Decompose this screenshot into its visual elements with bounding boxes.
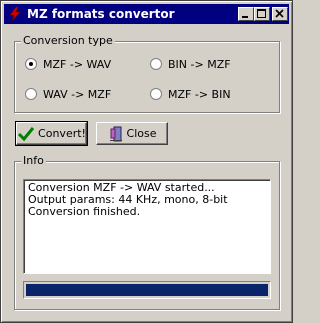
radio-mzf-to-wav[interactable]: MZF -> WAV	[25, 57, 111, 71]
radio-label: WAV -> MZF	[43, 87, 112, 101]
maximize-button[interactable]	[254, 7, 270, 21]
close-icon	[275, 9, 284, 18]
radio-label: MZF -> WAV	[43, 57, 112, 71]
info-log[interactable]: Conversion MZF -> WAV started... Output …	[23, 179, 271, 274]
info-group: Info Conversion MZF -> WAV started... Ou…	[14, 154, 280, 310]
green-checkmark-icon	[17, 126, 35, 141]
radio-unchecked-icon	[150, 58, 162, 70]
radio-label: MZF -> BIN	[168, 87, 231, 101]
radio-bin-to-mzf[interactable]: BIN -> MZF	[150, 57, 231, 71]
progress-bar	[23, 281, 271, 299]
info-legend: Info	[21, 154, 46, 168]
convert-button-label: Convert!	[38, 127, 86, 140]
red-lightning-icon	[7, 6, 23, 22]
convert-button[interactable]: Convert!	[15, 121, 88, 146]
radio-checked-icon	[25, 58, 37, 70]
close-button-label: Close	[126, 127, 157, 140]
conversion-type-group: Conversion type MZF -> WAV BIN -> MZF WA…	[14, 34, 280, 113]
close-button[interactable]: Close	[96, 122, 168, 145]
door-exit-icon	[109, 126, 122, 141]
minimize-icon	[242, 16, 248, 18]
minimize-button[interactable]	[238, 7, 254, 21]
log-line: Conversion finished.	[28, 205, 141, 218]
close-window-button[interactable]	[272, 7, 288, 21]
radio-unchecked-icon	[150, 88, 162, 100]
maximize-icon	[257, 9, 266, 18]
conversion-type-legend: Conversion type	[21, 34, 115, 48]
radio-unchecked-icon	[25, 88, 37, 100]
main-window: MZ formats convertor Conversion type MZF…	[0, 0, 293, 323]
progress-bar-fill	[26, 284, 268, 296]
radio-label: BIN -> MZF	[168, 57, 231, 71]
title-bar[interactable]: MZ formats convertor	[4, 4, 289, 24]
radio-mzf-to-bin[interactable]: MZF -> BIN	[150, 87, 231, 101]
window-title: MZ formats convertor	[27, 7, 175, 21]
radio-wav-to-mzf[interactable]: WAV -> MZF	[25, 87, 111, 101]
